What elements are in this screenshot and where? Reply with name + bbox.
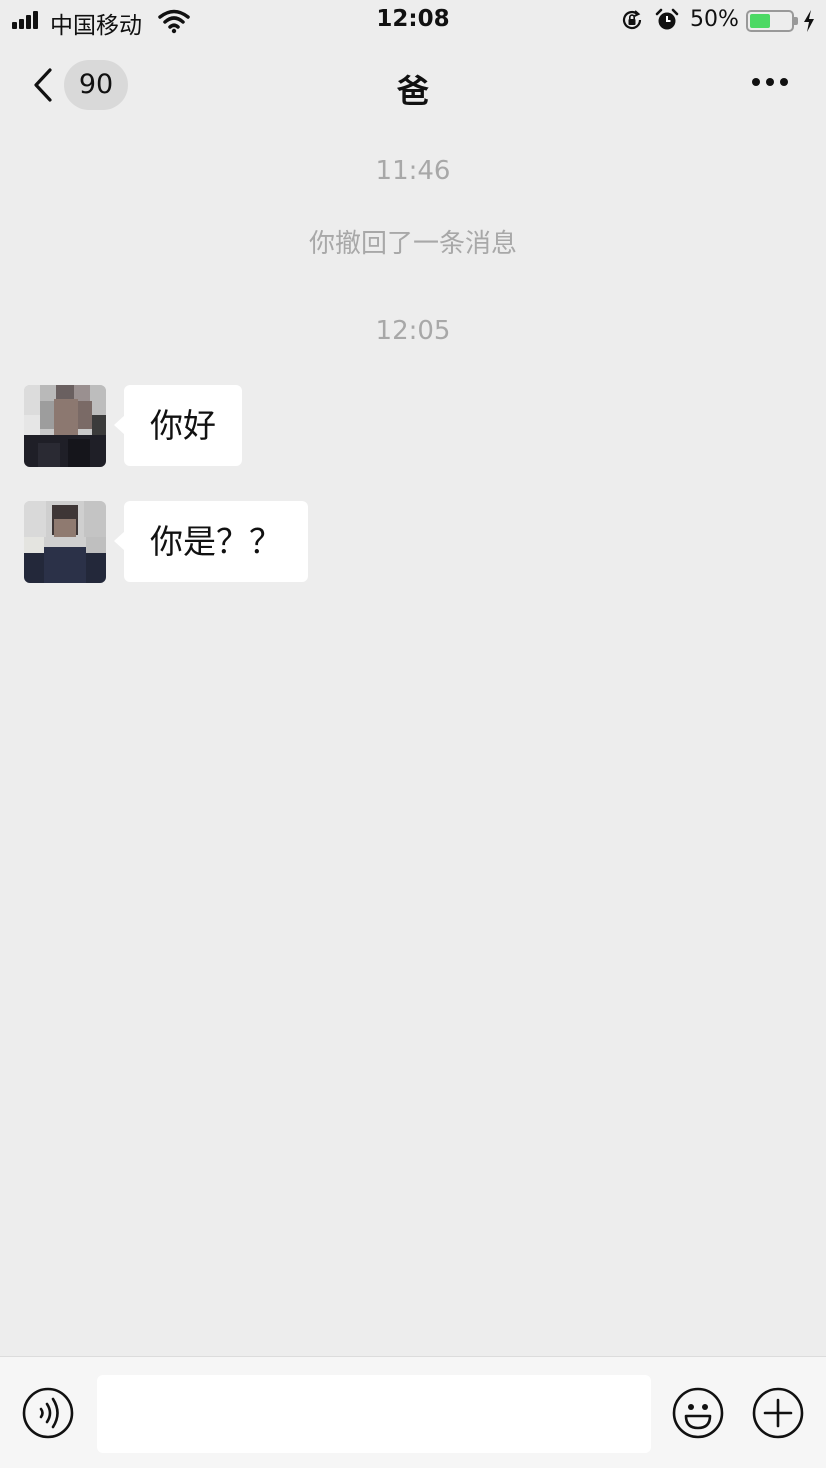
emoji-icon[interactable] bbox=[672, 1387, 724, 1439]
status-bar: 中国移动 12:08 50% bbox=[0, 0, 826, 42]
message-bubble[interactable]: 你是？？ bbox=[114, 501, 308, 582]
battery-level bbox=[750, 14, 770, 28]
voice-icon[interactable] bbox=[22, 1387, 74, 1439]
alarm-icon bbox=[655, 8, 679, 30]
input-bar bbox=[0, 1356, 826, 1468]
chat-screen: 中国移动 12:08 50% 90 爸 11:46 你撤回了一条消息 12:05… bbox=[0, 0, 826, 1468]
chat-title: 爸 bbox=[396, 72, 429, 110]
recall-notice: 你撤回了一条消息 bbox=[308, 229, 517, 259]
timestamp-1: 11:46 bbox=[375, 156, 451, 186]
ellipsis-icon[interactable] bbox=[748, 78, 792, 90]
nav-bar: 90 爸 bbox=[0, 42, 826, 128]
contact-avatar[interactable] bbox=[24, 385, 106, 467]
battery-percent: 50% bbox=[690, 7, 739, 32]
charging-bolt-icon bbox=[804, 10, 814, 32]
message-input[interactable] bbox=[97, 1375, 651, 1453]
plus-circle-icon[interactable] bbox=[752, 1387, 804, 1439]
contact-avatar[interactable] bbox=[24, 501, 106, 583]
battery-icon bbox=[746, 10, 798, 32]
timestamp-2: 12:05 bbox=[375, 316, 451, 346]
message-bubble[interactable]: 你好 bbox=[114, 385, 242, 466]
rotation-lock-icon bbox=[622, 10, 642, 30]
